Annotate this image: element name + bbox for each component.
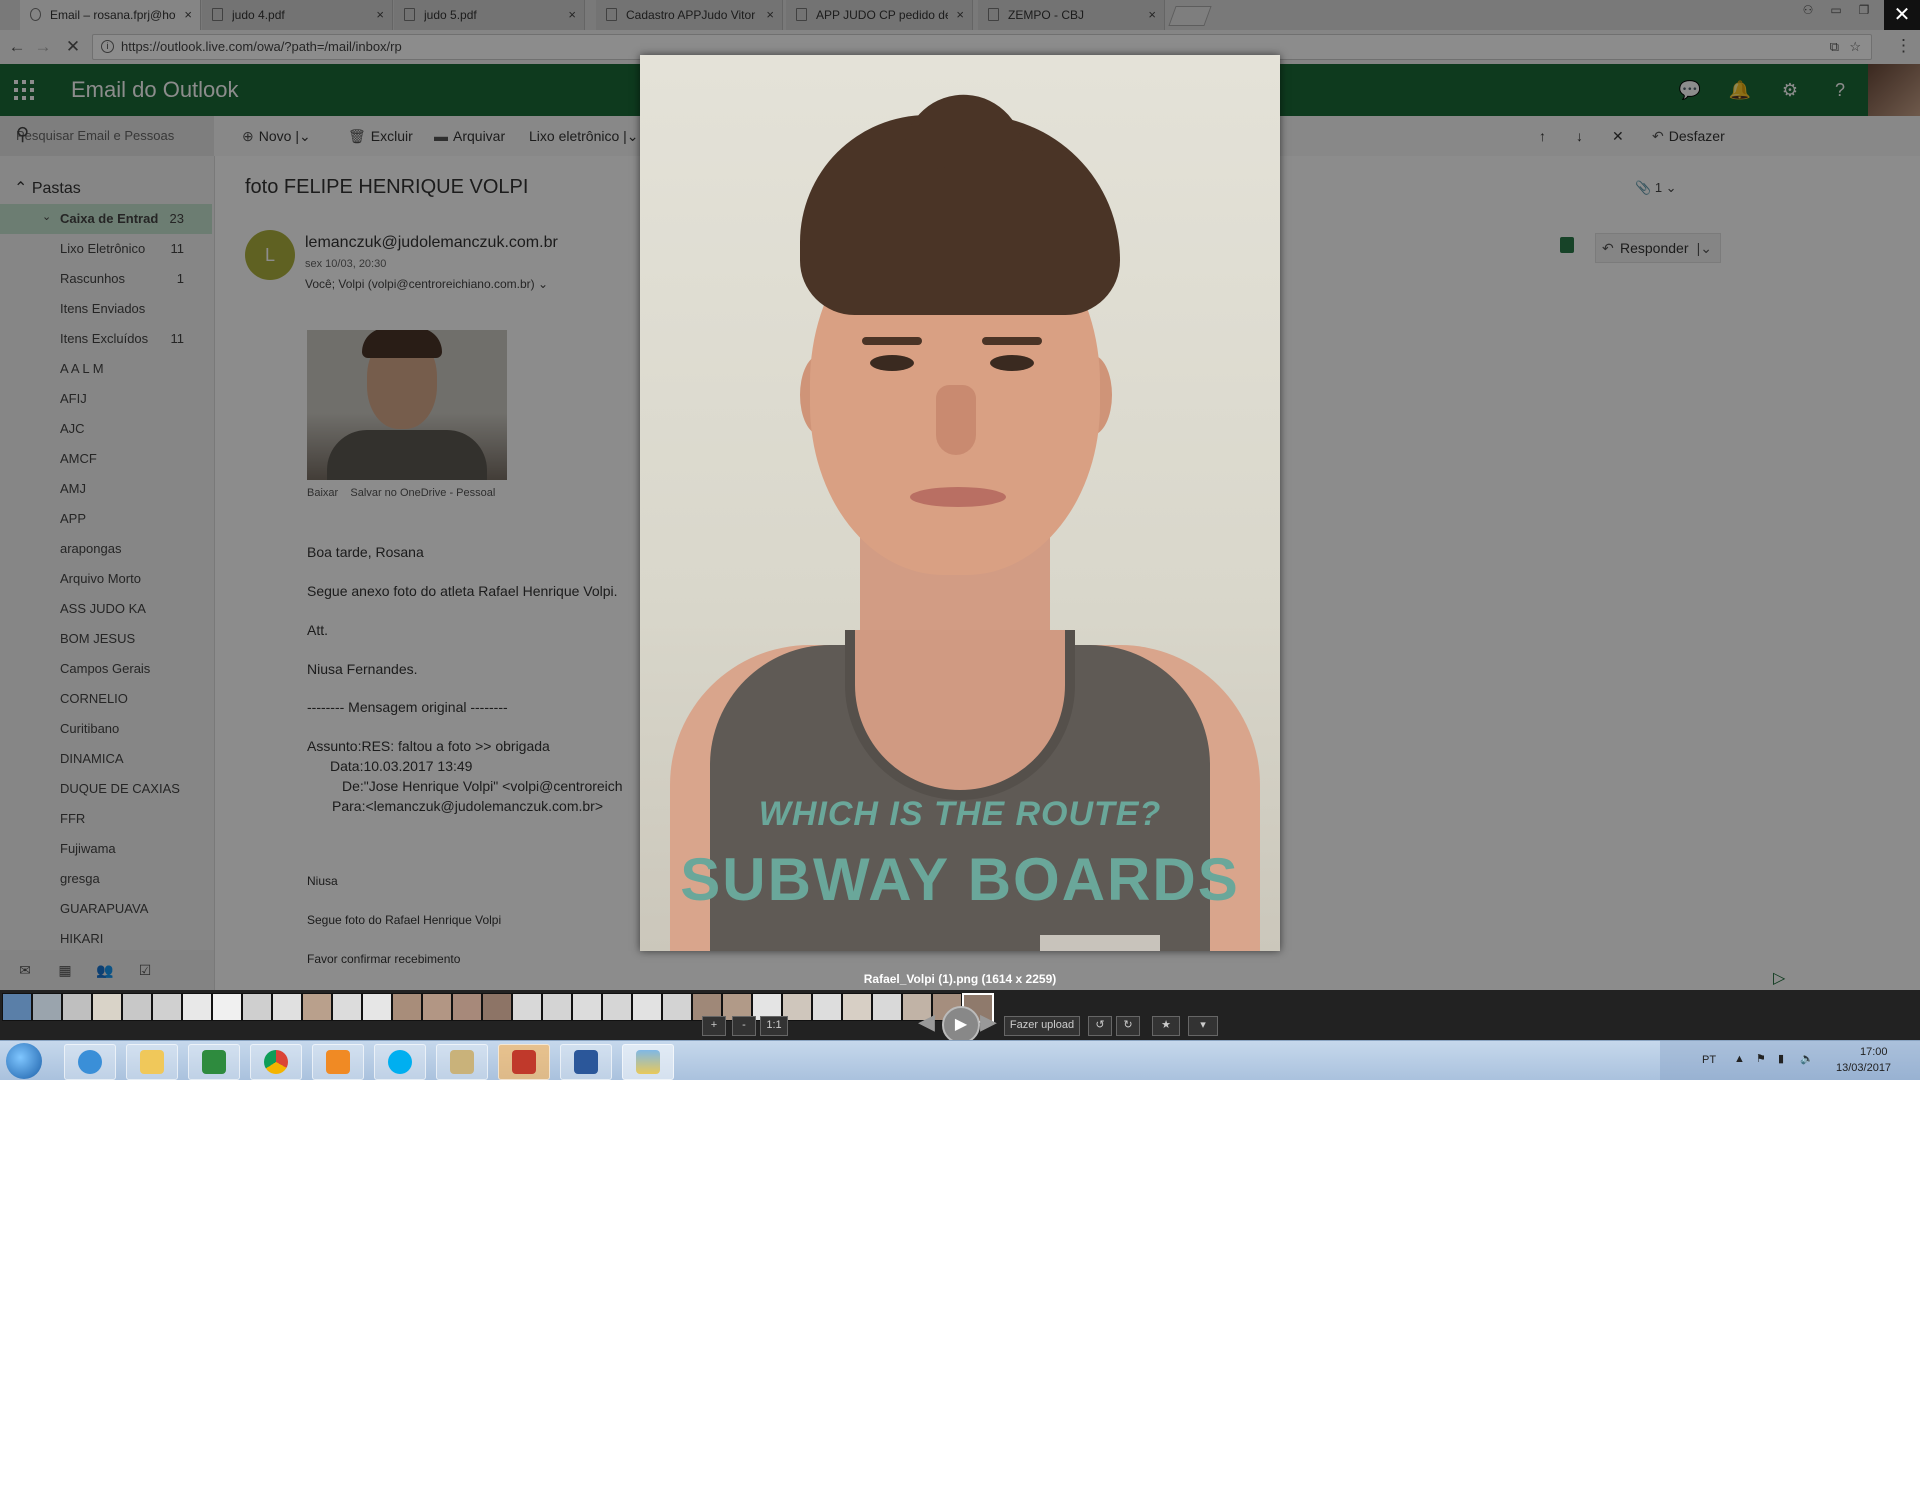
shirt-text: SUBWAY BOARDS [680,846,1240,913]
filmstrip-thumb[interactable] [242,993,272,1021]
filmstrip-thumb[interactable] [632,993,662,1021]
show-hidden-icons[interactable]: ▲ [1734,1053,1745,1065]
filmstrip-thumb[interactable] [842,993,872,1021]
taskbar-app-shield[interactable] [188,1044,240,1080]
filmstrip-thumb[interactable] [332,993,362,1021]
more-options-icon[interactable]: ▾ [1188,1016,1218,1036]
filmstrip-thumb[interactable] [272,993,302,1021]
close-viewer-button[interactable]: ✕ [1884,0,1920,30]
next-image-icon[interactable]: ▶ [980,1011,1006,1033]
filmstrip-thumb[interactable] [812,993,842,1021]
filmstrip-thumb[interactable] [572,993,602,1021]
network-icon[interactable]: ▮ [1778,1052,1784,1065]
clock-time[interactable]: 17:00 [1860,1046,1888,1058]
star-icon[interactable]: ★ [1152,1016,1180,1036]
filmstrip-thumb[interactable] [872,993,902,1021]
system-tray: PT ▲ ⚑ ▮ 🔈 17:00 13/03/2017 [1660,1041,1920,1080]
filmstrip-thumb[interactable] [452,993,482,1021]
viewer-image[interactable]: WHICH IS THE ROUTE? SUBWAY BOARDS [640,55,1280,951]
rotate-right-icon[interactable]: ↻ [1116,1016,1140,1036]
filmstrip-thumb[interactable] [212,993,242,1021]
filmstrip-thumb[interactable] [392,993,422,1021]
filmstrip-thumb[interactable] [512,993,542,1021]
filmstrip-thumb[interactable] [152,993,182,1021]
filmstrip-thumb[interactable] [662,993,692,1021]
slideshow-play-button[interactable]: ▶ [942,1006,980,1044]
filmstrip-thumb[interactable] [422,993,452,1021]
taskbar-internet-explorer[interactable] [64,1044,116,1080]
image-caption: Rafael_Volpi (1).png (1614 x 2259) [863,972,1057,986]
filmstrip-thumb[interactable] [542,993,572,1021]
filmstrip-thumb[interactable] [182,993,212,1021]
taskbar-paint[interactable] [436,1044,488,1080]
start-button[interactable] [6,1043,42,1079]
previous-image-icon[interactable]: ◀ [918,1011,944,1033]
actual-size-button[interactable]: 1:1 [760,1016,788,1036]
shirt-text: WHICH IS THE ROUTE? [758,795,1162,833]
zoom-out-button[interactable]: - [732,1016,756,1036]
taskbar-file-explorer[interactable] [126,1044,178,1080]
zoom-in-button[interactable]: + [702,1016,726,1036]
filmstrip-thumb[interactable] [32,993,62,1021]
taskbar-word[interactable] [560,1044,612,1080]
clock-date[interactable]: 13/03/2017 [1836,1062,1891,1074]
filmstrip-thumb[interactable] [302,993,332,1021]
filmstrip-thumb[interactable] [602,993,632,1021]
screen: Email – rosana.fprj@hotr × judo 4.pdf × … [0,0,1920,1080]
filmstrip-thumb[interactable] [62,993,92,1021]
taskbar-chrome[interactable] [250,1044,302,1080]
filmstrip-thumb[interactable] [2,993,32,1021]
rotate-left-icon[interactable]: ↺ [1088,1016,1112,1036]
upload-button[interactable]: Fazer upload [1004,1016,1080,1036]
taskbar-pdf-app[interactable] [498,1044,550,1080]
filmstrip-thumb[interactable] [362,993,392,1021]
flag-icon[interactable]: ⚑ [1756,1052,1766,1065]
taskbar: PT ▲ ⚑ ▮ 🔈 17:00 13/03/2017 [0,1040,1920,1080]
filmstrip-thumb[interactable] [482,993,512,1021]
taskbar-photo-viewer[interactable] [622,1044,674,1080]
volume-icon[interactable]: 🔈 [1800,1052,1814,1065]
filmstrip-thumb[interactable] [92,993,122,1021]
taskbar-skype[interactable] [374,1044,426,1080]
taskbar-media-player[interactable] [312,1044,364,1080]
filmstrip-thumb[interactable] [122,993,152,1021]
language-indicator[interactable]: PT [1702,1054,1716,1066]
